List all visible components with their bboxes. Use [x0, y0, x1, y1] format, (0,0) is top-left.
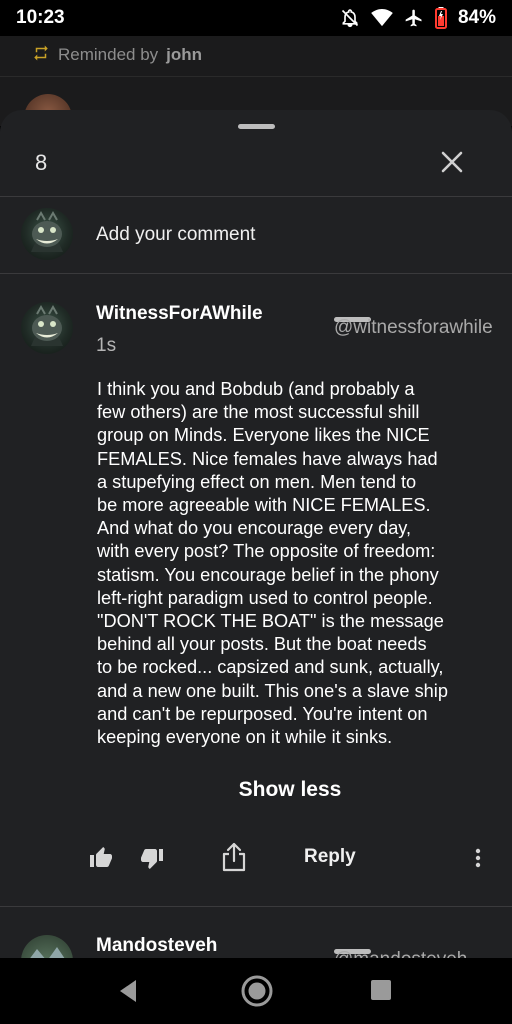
home-icon[interactable] — [240, 974, 274, 1013]
divider — [0, 273, 512, 274]
avatar[interactable] — [21, 302, 73, 354]
notifications-off-icon — [340, 8, 360, 28]
add-comment-input[interactable]: Add your comment — [96, 224, 255, 246]
back-icon[interactable] — [116, 978, 140, 1009]
comment-line: FEMALES. Nice females have always had — [97, 448, 438, 469]
show-less-button[interactable]: Show less — [0, 778, 512, 802]
divider — [0, 906, 512, 907]
comment-author[interactable]: Mandosteveh @mandosteveh — [96, 935, 467, 960]
reminded-prefix: Reminded by — [58, 45, 159, 64]
author-handle[interactable]: @mandosteveh — [334, 949, 467, 960]
author-name[interactable]: Mandosteveh — [96, 935, 217, 956]
comment-line: And what do you encourage every day, — [97, 518, 412, 539]
status-bar: 10:23 84% — [0, 0, 512, 36]
comment-count: 8 — [35, 150, 48, 175]
author-handle[interactable]: @witnessforawhile — [334, 317, 493, 338]
avatar — [21, 208, 73, 260]
comment-line: "DON'T ROCK THE BOAT" is the message — [97, 611, 444, 632]
thumbs-down-icon[interactable] — [140, 846, 164, 870]
comment-line: group on Minds. Everyone likes the NICE — [97, 425, 430, 446]
status-time: 10:23 — [16, 7, 65, 28]
comment-line: a stupefying effect on men. Men tend to — [97, 471, 417, 492]
comment-line: and can't be repurposed. You're intent o… — [97, 703, 428, 724]
comment-line: keeping everyone on it while it sinks. — [97, 727, 393, 748]
divider — [0, 76, 512, 77]
comment-line: to be rocked... capsized and sunk, actua… — [97, 657, 444, 678]
comment-time: 1s — [96, 335, 117, 356]
avatar[interactable] — [21, 935, 73, 960]
author-name[interactable]: WitnessForAWhile — [96, 303, 263, 324]
share-icon[interactable] — [221, 842, 247, 872]
reply-button[interactable]: Reply — [304, 846, 356, 868]
comment-line: with every post? The opposite of freedom… — [97, 541, 436, 562]
divider — [0, 196, 512, 197]
battery-percent: 84% — [457, 7, 496, 28]
thumbs-up-icon[interactable] — [89, 846, 113, 870]
comment-line: be more agreeable with NICE FEMALES. — [97, 495, 431, 516]
drag-handle[interactable] — [238, 124, 275, 129]
comment-actions: Reply — [0, 842, 512, 882]
comment-line: left-right paradigm used to control peop… — [97, 587, 433, 608]
remind-icon — [32, 44, 50, 67]
recents-icon[interactable] — [370, 979, 392, 1006]
comment-line: and a new one built. This one's a slave … — [97, 680, 448, 701]
close-icon[interactable] — [438, 148, 466, 176]
airplane-icon — [404, 8, 424, 28]
reminded-by-row[interactable]: Reminded by john — [32, 44, 202, 66]
wifi-icon — [371, 9, 393, 27]
more-options-icon[interactable] — [472, 846, 484, 870]
battery-icon — [434, 7, 447, 29]
comment-body: I think you and Bobdub (and probably a f… — [97, 378, 482, 749]
comment-line: behind all your posts. But the boat need… — [97, 634, 427, 655]
reminded-user[interactable]: john — [166, 45, 202, 65]
comments-sheet: 8 Add your comment WitnessForAWhile @wit… — [0, 110, 512, 960]
navigation-bar — [0, 958, 512, 1024]
comment-line: I think you and Bobdub (and probably a — [97, 379, 415, 399]
comment-line: few others) are the most successful shil… — [97, 402, 420, 423]
comment-line: statism. You encourage belief in the pho… — [97, 564, 439, 585]
comment-author[interactable]: WitnessForAWhile @witnessforawhile — [96, 303, 493, 338]
